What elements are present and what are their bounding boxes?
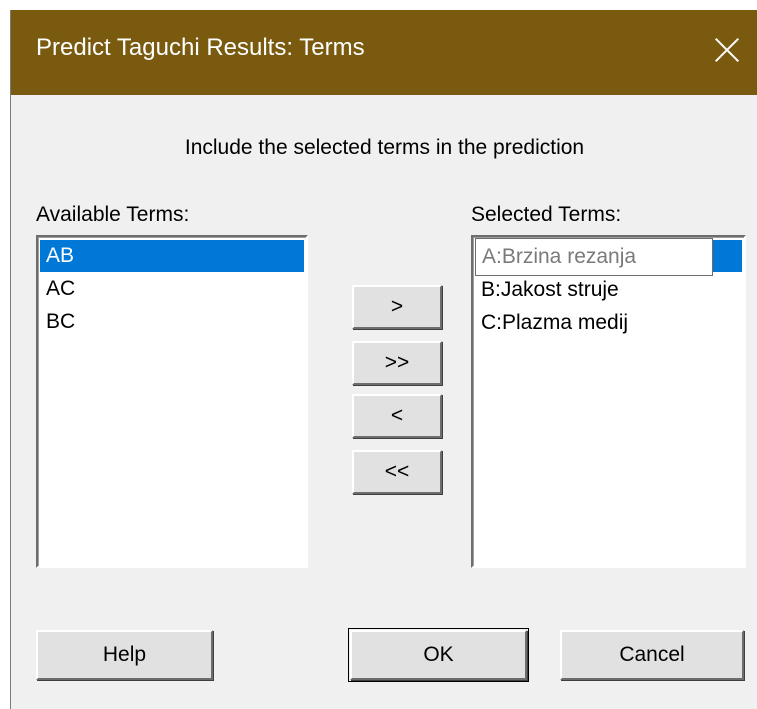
close-icon[interactable] (711, 34, 743, 66)
cancel-button[interactable]: Cancel (560, 630, 744, 680)
selected-terms-list[interactable]: A:Brzina rezanja B:Jakost struje C:Plazm… (471, 235, 746, 568)
help-button[interactable]: Help (36, 630, 213, 680)
window-title: Predict Taguchi Results: Terms (36, 34, 365, 61)
add-all-terms-button[interactable]: >> (352, 341, 442, 385)
instruction-text: Include the selected terms in the predic… (184, 136, 585, 159)
list-item[interactable]: A:Brzina rezanja (475, 238, 742, 276)
title-bar[interactable]: Predict Taguchi Results: Terms (11, 10, 757, 95)
list-item[interactable]: B:Jakost struje (475, 274, 742, 306)
ok-button[interactable]: OK (348, 628, 529, 682)
remove-all-terms-button[interactable]: << (352, 450, 442, 494)
list-item[interactable]: AB (40, 240, 304, 272)
available-terms-list[interactable]: AB AC BC (36, 235, 308, 568)
selected-terms-label: Selected Terms: (471, 203, 622, 226)
list-item[interactable]: C:Plazma medij (475, 307, 742, 339)
list-item[interactable]: AC (40, 273, 304, 305)
remove-term-button[interactable]: < (352, 394, 442, 438)
dialog-window: Predict Taguchi Results: Terms Include t… (10, 10, 757, 709)
list-item[interactable]: BC (40, 306, 304, 338)
available-terms-label: Available Terms: (36, 203, 190, 226)
add-term-button[interactable]: > (352, 285, 442, 329)
term-rename-field[interactable]: A:Brzina rezanja (475, 238, 713, 276)
